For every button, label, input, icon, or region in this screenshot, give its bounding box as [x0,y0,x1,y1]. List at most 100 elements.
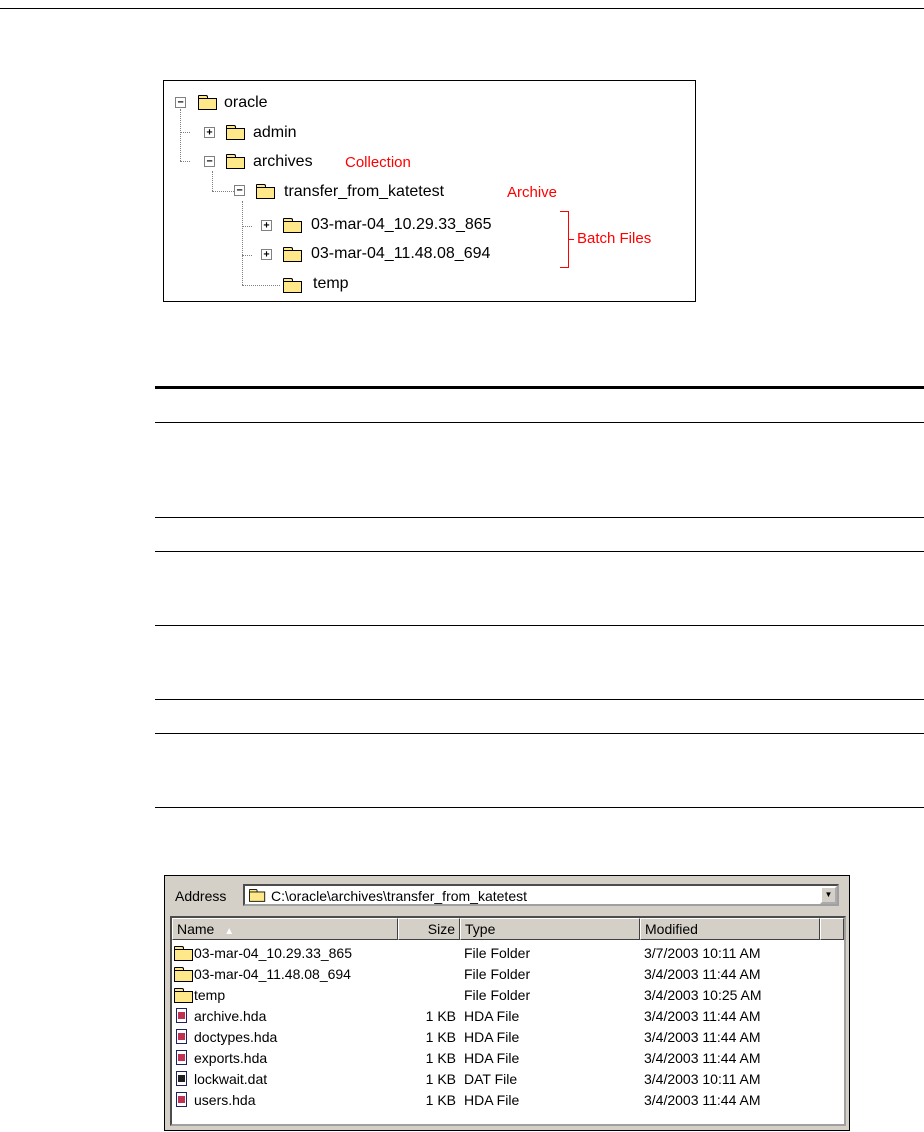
table-row-rule [155,422,924,423]
file-name: users.hda [194,1092,256,1108]
file-name: 03-mar-04_11.48.08_694 [194,966,351,982]
file-name: doctypes.hda [194,1029,278,1045]
tree-connector [180,161,190,162]
folder-icon [283,278,302,293]
collapse-toggle-icon[interactable]: − [204,156,215,167]
tree-node-batch-2[interactable]: 03-mar-04_11.48.08_694 [311,245,490,263]
tree-node-transfer-from-katetest[interactable]: transfer_from_katetest [284,183,444,201]
tree-connector [212,191,234,192]
file-modified: 3/4/2003 11:44 AM [644,1029,761,1045]
file-type: HDA File [464,1050,520,1066]
expand-toggle-icon[interactable]: + [204,127,215,138]
file-name: archive.hda [194,1008,267,1024]
file-row[interactable]: 03-mar-04_10.29.33_865 File Folder 3/7/200… [172,943,844,964]
file-row[interactable]: exports.hda 1 KB HDA File 3/4/2003 11:44 AM [172,1048,844,1069]
tree-node-admin[interactable]: admin [253,124,297,142]
file-type: HDA File [464,1008,520,1024]
file-size: 1 KB [425,1008,456,1024]
file-modified: 3/4/2003 11:44 AM [644,966,761,982]
hda-file-icon [176,1092,187,1107]
batch-files-bracket [568,239,574,240]
tree-connector [180,109,181,161]
file-size: 1 KB [425,1050,456,1066]
collection-annotation: Collection [345,154,411,171]
file-modified: 3/4/2003 11:44 AM [644,1050,761,1066]
dat-file-icon [176,1071,187,1086]
folder-icon [226,125,245,140]
file-modified: 3/7/2003 10:11 AM [644,945,761,961]
file-name: exports.hda [194,1050,268,1066]
page-header-rule [0,8,924,9]
folder-icon [283,218,302,233]
table-row-rule [155,517,924,518]
file-size: 1 KB [425,1092,456,1108]
table-row-rule [155,699,924,700]
file-name: 03-mar-04_10.29.33_865 [194,945,353,961]
file-row[interactable]: users.hda 1 KB HDA File 3/4/2003 11:44 AM [172,1090,844,1111]
collapse-toggle-icon[interactable]: − [175,97,186,108]
archive-tree-figure: − oracle + admin − archives Collection −… [163,80,696,302]
folder-icon [174,946,193,961]
hda-file-icon [176,1050,187,1065]
table-row-rule [155,625,924,626]
file-modified: 3/4/2003 11:44 AM [644,1092,761,1108]
file-row[interactable]: temp File Folder 3/4/2003 10:25 AM [172,985,844,1006]
hda-file-icon [176,1008,187,1023]
tree-connector [242,255,252,256]
file-row[interactable]: lockwait.dat 1 KB DAT File 3/4/2003 10:11 A… [172,1069,844,1090]
tree-connector [242,201,243,285]
expand-toggle-icon[interactable]: + [261,220,272,231]
address-label: Address [175,888,227,904]
file-name: lockwait.dat [194,1071,268,1087]
column-header-type[interactable]: Type [460,918,640,940]
tree-node-batch-1[interactable]: 03-mar-04_10.29.33_865 [311,216,492,234]
file-modified: 3/4/2003 10:25 AM [644,987,762,1003]
address-path[interactable]: C:\oracle\archives\transfer_from_katetes… [271,888,527,904]
folder-icon [283,247,302,262]
folder-icon [256,184,275,199]
file-size: 1 KB [425,1029,456,1045]
column-header-modified[interactable]: Modified [640,918,820,940]
tree-node-oracle[interactable]: oracle [224,94,268,112]
explorer-window: Address C:\oracle\archives\transfer_from… [164,875,850,1131]
column-header-blank [820,918,844,940]
folder-icon [174,967,193,982]
file-type: HDA File [464,1029,520,1045]
table-top-rule [155,386,924,389]
file-type: File Folder [464,966,531,982]
tree-connector [212,171,213,191]
tree-node-temp[interactable]: temp [313,275,349,293]
file-size: 1 KB [425,1071,456,1087]
file-type: File Folder [464,945,531,961]
tree-connector [242,285,280,286]
expand-toggle-icon[interactable]: + [261,249,272,260]
column-header-size[interactable]: Size [398,918,460,940]
folder-icon [249,889,266,902]
tree-connector [242,226,252,227]
address-bar[interactable]: C:\oracle\archives\transfer_from_katetes… [243,884,839,906]
tree-connector [180,132,190,133]
column-header-name-label: Name [177,921,215,937]
file-type: DAT File [464,1071,518,1087]
tree-node-archives[interactable]: archives [253,153,313,171]
folder-icon [226,154,245,169]
file-row[interactable]: 03-mar-04_11.48.08_694 File Folder 3/4/200… [172,964,844,985]
folder-icon [198,95,217,110]
collapse-toggle-icon[interactable]: − [234,185,245,196]
chevron-down-icon[interactable]: ▼ [820,886,837,904]
file-row[interactable]: doctypes.hda 1 KB HDA File 3/4/2003 11:44 A… [172,1027,844,1048]
archive-annotation: Archive [507,184,558,201]
file-type: HDA File [464,1092,520,1108]
file-type: File Folder [464,987,531,1003]
file-list: Name ▲ Size Type Modified 03-mar-04_10.2… [170,916,846,1126]
folder-icon [174,988,193,1003]
hda-file-icon [176,1029,187,1044]
file-modified: 3/4/2003 10:11 AM [644,1071,761,1087]
sort-ascending-icon: ▲ [224,926,235,937]
table-row-rule [155,551,924,552]
file-modified: 3/4/2003 11:44 AM [644,1008,761,1024]
table-bottom-rule [155,807,924,808]
column-header-name[interactable]: Name ▲ [172,918,398,940]
batch-files-annotation: Batch Files [577,230,652,247]
file-row[interactable]: archive.hda 1 KB HDA File 3/4/2003 11:44 AM [172,1006,844,1027]
